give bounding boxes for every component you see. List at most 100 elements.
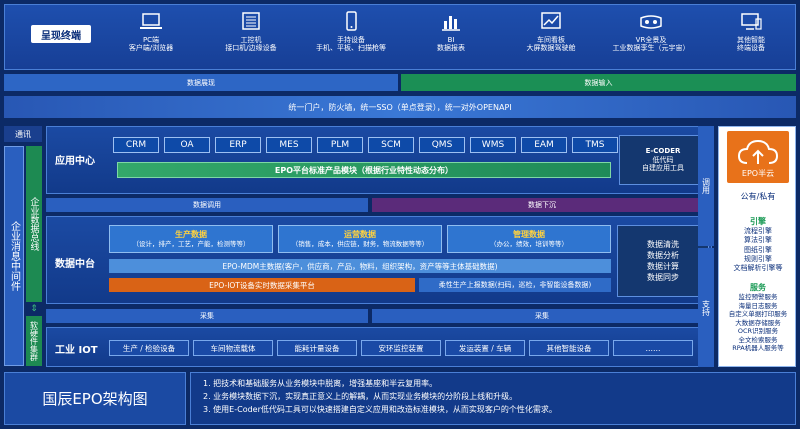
data-group-desc: （设计，排产，工艺，产能，检测等等） <box>132 239 250 248</box>
iot-device: 能耗计量设备 <box>277 340 357 356</box>
terminal-subtitle: 工业数据孪生（元宇宙） <box>612 44 690 53</box>
iot-device: 车间物流载体 <box>193 340 273 356</box>
terminal-subtitle: 数据报表 <box>437 44 465 53</box>
iot-title: 工业 IOT <box>55 345 98 356</box>
epo-module-label: EPO平台标准产品模块（根据行业特性动态分布） <box>274 165 454 175</box>
support-strip: 支持 <box>698 248 714 367</box>
data-bus: 企业数据总线 <box>26 146 42 302</box>
presentation-label: 呈现终端 <box>31 25 91 43</box>
call-strip: 调用 <box>698 126 714 246</box>
app-eam: EAM <box>521 137 567 153</box>
data-display-label: 数据展现 <box>187 78 215 87</box>
app-scm: SCM <box>368 137 414 153</box>
terminal-item: BI 数据报表 <box>401 11 501 67</box>
terminal-item: 其他智能 终端设备 <box>701 11 800 67</box>
service-item: OCR识别服务 <box>737 327 779 336</box>
collect-label-left: 采集 <box>200 312 214 320</box>
footer-title: 国辰EPO架构图 <box>42 390 148 408</box>
terminal-item: VR全景及 工业数据孪生（元宇宙） <box>601 11 701 67</box>
data-platform-title: 数据中台 <box>55 259 95 270</box>
terminal-item: 手持设备 手机、平板、扫描枪等 <box>301 11 401 67</box>
terminal-subtitle: 终端设备 <box>737 44 765 53</box>
collect-bar-right: 采集 <box>372 309 712 323</box>
service-item: RPA机器人服务等 <box>732 344 784 353</box>
ecoder-box: E-CODER 低代码 自建应用工具 <box>619 135 707 185</box>
iot-device: …… <box>613 340 693 356</box>
footer-note: 3. 使用E-Coder低代码工具可以快速搭建自定义应用和改造标准模块，从而实现… <box>203 404 557 414</box>
dashboard-icon <box>538 11 564 33</box>
app-plm: PLM <box>317 137 363 153</box>
engine-item: 规则引擎 <box>744 254 772 263</box>
engine-section: 引擎 流程引擎 算法引擎 图纸引擎 规则引擎 文档解析引擎等 <box>719 217 797 273</box>
data-platform-panel: 数据中台 生产数据 （设计，排产，工艺，产能，检测等等） 运营数据 （销售，成本，供应… <box>46 216 712 304</box>
ecoder-title: E-CODER <box>645 146 681 155</box>
terminal-subtitle: 手机、平板、扫描枪等 <box>316 44 386 53</box>
data-op-compute: 数据计算 <box>647 262 679 271</box>
cloud-label: EPO半云 <box>741 169 775 178</box>
collect-label-right: 采集 <box>535 312 549 320</box>
iot-platform-bar: EPO-IOT设备实时数据采集平台 <box>109 278 415 292</box>
app-crm: CRM <box>113 137 159 153</box>
portal-bar: 统一门户，防火墙，统一SSO（单点登录），统一对外OPENAPI <box>4 96 796 118</box>
data-group-name: 运营数据 <box>344 229 376 239</box>
bar-chart-icon <box>438 11 464 33</box>
flex-report-label: 柔性生产上报数据(扫码，巡检，非智能设备数据) <box>438 281 592 289</box>
service-item: 监控预警服务 <box>738 293 778 302</box>
engine-item: 图纸引擎 <box>744 245 772 254</box>
handheld-icon <box>338 11 364 33</box>
iot-platform-label: EPO-IOT设备实时数据采集平台 <box>209 280 315 290</box>
data-sink-bar: 数据下沉 <box>372 198 712 212</box>
terminal-subtitle: 客户端/浏览器 <box>128 44 174 53</box>
data-group: 生产数据 （设计，排产，工艺，产能，检测等等） <box>109 225 273 253</box>
engine-item: 文档解析引擎等 <box>733 263 783 272</box>
comm-text: 通讯 <box>15 129 31 139</box>
cloud-panel: EPO半云 公有/私有 引擎 流程引擎 算法引擎 图纸引擎 规则引擎 文档解析引… <box>718 126 796 367</box>
iot-panel: 工业 IOT 生产 / 检验设备 车间物流载体 能耗计量设备 安环监控装置 发运装置 /… <box>46 327 712 367</box>
epo-module-bar: EPO平台标准产品模块（根据行业特性动态分布） <box>117 162 611 178</box>
service-section: 服务 监控预警服务 海量日志服务 自定义单据打印服务 大数据存储服务 OCR识别… <box>719 283 797 352</box>
data-op-sync: 数据同步 <box>647 273 679 283</box>
service-title: 服务 <box>750 283 766 292</box>
app-mes: MES <box>266 137 312 153</box>
presentation-panel: 呈现终端 PC端 客户端/浏览器 工控机 接口机/边缘设备 手持设备 手机、平板、扫描枪等… <box>4 4 796 70</box>
support-strip-label: 支持 <box>701 299 711 316</box>
data-op-clean: 数据清洗 <box>647 239 679 249</box>
service-item: 全文检索服务 <box>738 335 778 344</box>
iot-device: 其他智能设备 <box>529 340 609 356</box>
footer-title-box: 国辰EPO架构图 <box>4 372 186 425</box>
engine-title: 引擎 <box>750 217 766 226</box>
mdm-bar: EPO-MDM主数据(客户，供应商，产品，物料，组织架构，资产等等主体基础数据) <box>109 259 611 273</box>
app-qms: QMS <box>419 137 465 153</box>
data-sink-label: 数据下沉 <box>528 201 556 209</box>
iot-device: 发运装置 / 车辆 <box>445 340 525 356</box>
engine-item: 算法引擎 <box>744 236 772 245</box>
terminal-subtitle: 大屏数据驾驶舱 <box>526 44 576 53</box>
data-input-bar: 数据输入 <box>401 74 796 91</box>
app-oa: OA <box>164 137 210 153</box>
mdm-label: EPO-MDM主数据(客户，供应商，产品，物料，组织架构，资产等等主体基础数据) <box>222 261 498 271</box>
portal-label: 统一门户，防火墙，统一SSO（单点登录），统一对外OPENAPI <box>288 102 512 112</box>
terminal-item: 车间看板 大屏数据驾驶舱 <box>501 11 601 67</box>
footer-note: 1. 把技术和基础服务从业务模块中脱离，增强基座和半云复用率。 <box>203 379 438 388</box>
iot-device: 安环监控装置 <box>361 340 441 356</box>
data-group: 管理数据 （办公，绩效，培训等等） <box>447 225 611 253</box>
smart-terminal-icon <box>738 11 764 33</box>
data-bus-label: 企业数据总线 <box>28 197 39 251</box>
data-display-bar: 数据展现 <box>4 74 398 91</box>
call-strip-label: 调用 <box>701 178 711 194</box>
cloud-badge: EPO半云 <box>727 131 789 183</box>
app-erp: ERP <box>215 137 261 153</box>
message-bus: 企业消息中间件 <box>4 146 24 366</box>
app-wms: WMS <box>470 137 516 153</box>
data-ops-box: 数据清洗 数据分析 数据计算 数据同步 <box>617 225 709 297</box>
app-tms: TMS <box>572 137 618 153</box>
data-call-bar: 数据调用 <box>46 198 368 212</box>
flex-report-bar: 柔性生产上报数据(扫码，巡检，非智能设备数据) <box>419 278 611 292</box>
hw-cluster-label: 软硬件集群 <box>29 321 39 361</box>
terminal-item: 工控机 接口机/边缘设备 <box>201 11 301 67</box>
deploy-label: 公有/私有 <box>740 192 776 201</box>
data-group: 运营数据 （销售，成本，供应链，财务，物流数据等等） <box>278 225 442 253</box>
app-center-title: 应用中心 <box>55 156 95 167</box>
data-call-label: 数据调用 <box>193 201 221 209</box>
footer-note: 2. 业务模块数据下沉，实现真正意义上的解耦，从而实现业务模块的分阶段上线和升级… <box>203 391 518 401</box>
